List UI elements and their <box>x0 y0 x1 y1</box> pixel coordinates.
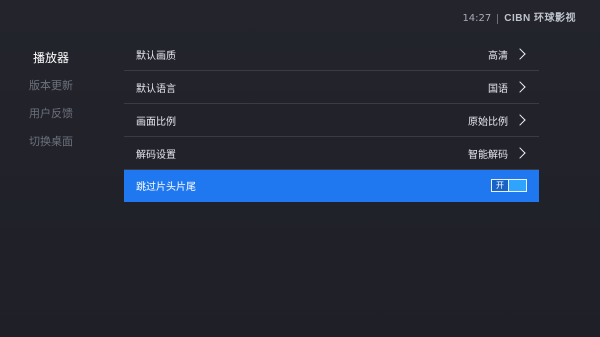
sidebar-item-switch-desktop[interactable]: 切换桌面 <box>0 128 102 156</box>
settings-sidebar: 播放器 版本更新 用户反馈 切换桌面 <box>0 44 102 156</box>
setting-row-default-quality[interactable]: 默认画质 高清 <box>124 38 539 71</box>
sidebar-item-label: 版本更新 <box>29 79 73 92</box>
skip-intro-outro-toggle[interactable]: 开 <box>491 179 527 192</box>
setting-value: 智能解码 <box>468 149 508 161</box>
sidebar-item-label: 播放器 <box>32 51 69 65</box>
sidebar-item-label: 用户反馈 <box>29 107 73 120</box>
setting-value: 原始比例 <box>468 116 508 128</box>
setting-value-group: 原始比例 <box>468 113 527 128</box>
status-divider <box>497 14 499 24</box>
setting-value-group: 智能解码 <box>468 146 527 161</box>
sidebar-item-player[interactable]: 播放器 <box>0 44 102 72</box>
setting-label: 默认语言 <box>136 83 176 95</box>
setting-label: 画面比例 <box>136 116 176 128</box>
chevron-right-icon <box>514 147 526 159</box>
setting-value: 高清 <box>488 50 508 62</box>
setting-label: 解码设置 <box>136 149 176 161</box>
toggle-state-label: 开 <box>492 180 508 191</box>
setting-label: 默认画质 <box>136 50 176 62</box>
settings-screen: 14:27 CIBN 环球影视 播放器 版本更新 用户反馈 切换桌面 默认画质 … <box>0 0 600 337</box>
status-bar: 14:27 CIBN 环球影视 <box>462 12 576 26</box>
chevron-right-icon <box>514 48 526 60</box>
chevron-right-icon <box>514 114 526 126</box>
setting-row-default-language[interactable]: 默认语言 国语 <box>124 71 539 104</box>
setting-label: 跳过片头片尾 <box>136 182 196 193</box>
sidebar-item-user-feedback[interactable]: 用户反馈 <box>0 100 102 128</box>
setting-value-group: 国语 <box>488 80 527 95</box>
brand-logo: CIBN 环球影视 <box>504 13 576 24</box>
clock-time: 14:27 <box>462 13 492 24</box>
sidebar-item-version-update[interactable]: 版本更新 <box>0 72 102 100</box>
setting-row-skip-intro-outro[interactable]: 跳过片头片尾 开 <box>124 170 539 202</box>
setting-value-group: 高清 <box>488 47 527 62</box>
setting-row-decoding[interactable]: 解码设置 智能解码 <box>124 137 539 170</box>
toggle-knob <box>508 180 526 191</box>
sidebar-item-label: 切换桌面 <box>29 135 73 148</box>
setting-value: 国语 <box>488 83 508 95</box>
setting-row-aspect-ratio[interactable]: 画面比例 原始比例 <box>124 104 539 137</box>
chevron-right-icon <box>514 81 526 93</box>
player-settings-list: 默认画质 高清 默认语言 国语 画面比例 原始比例 解码设置 智能解码 跳过片头… <box>124 38 539 202</box>
